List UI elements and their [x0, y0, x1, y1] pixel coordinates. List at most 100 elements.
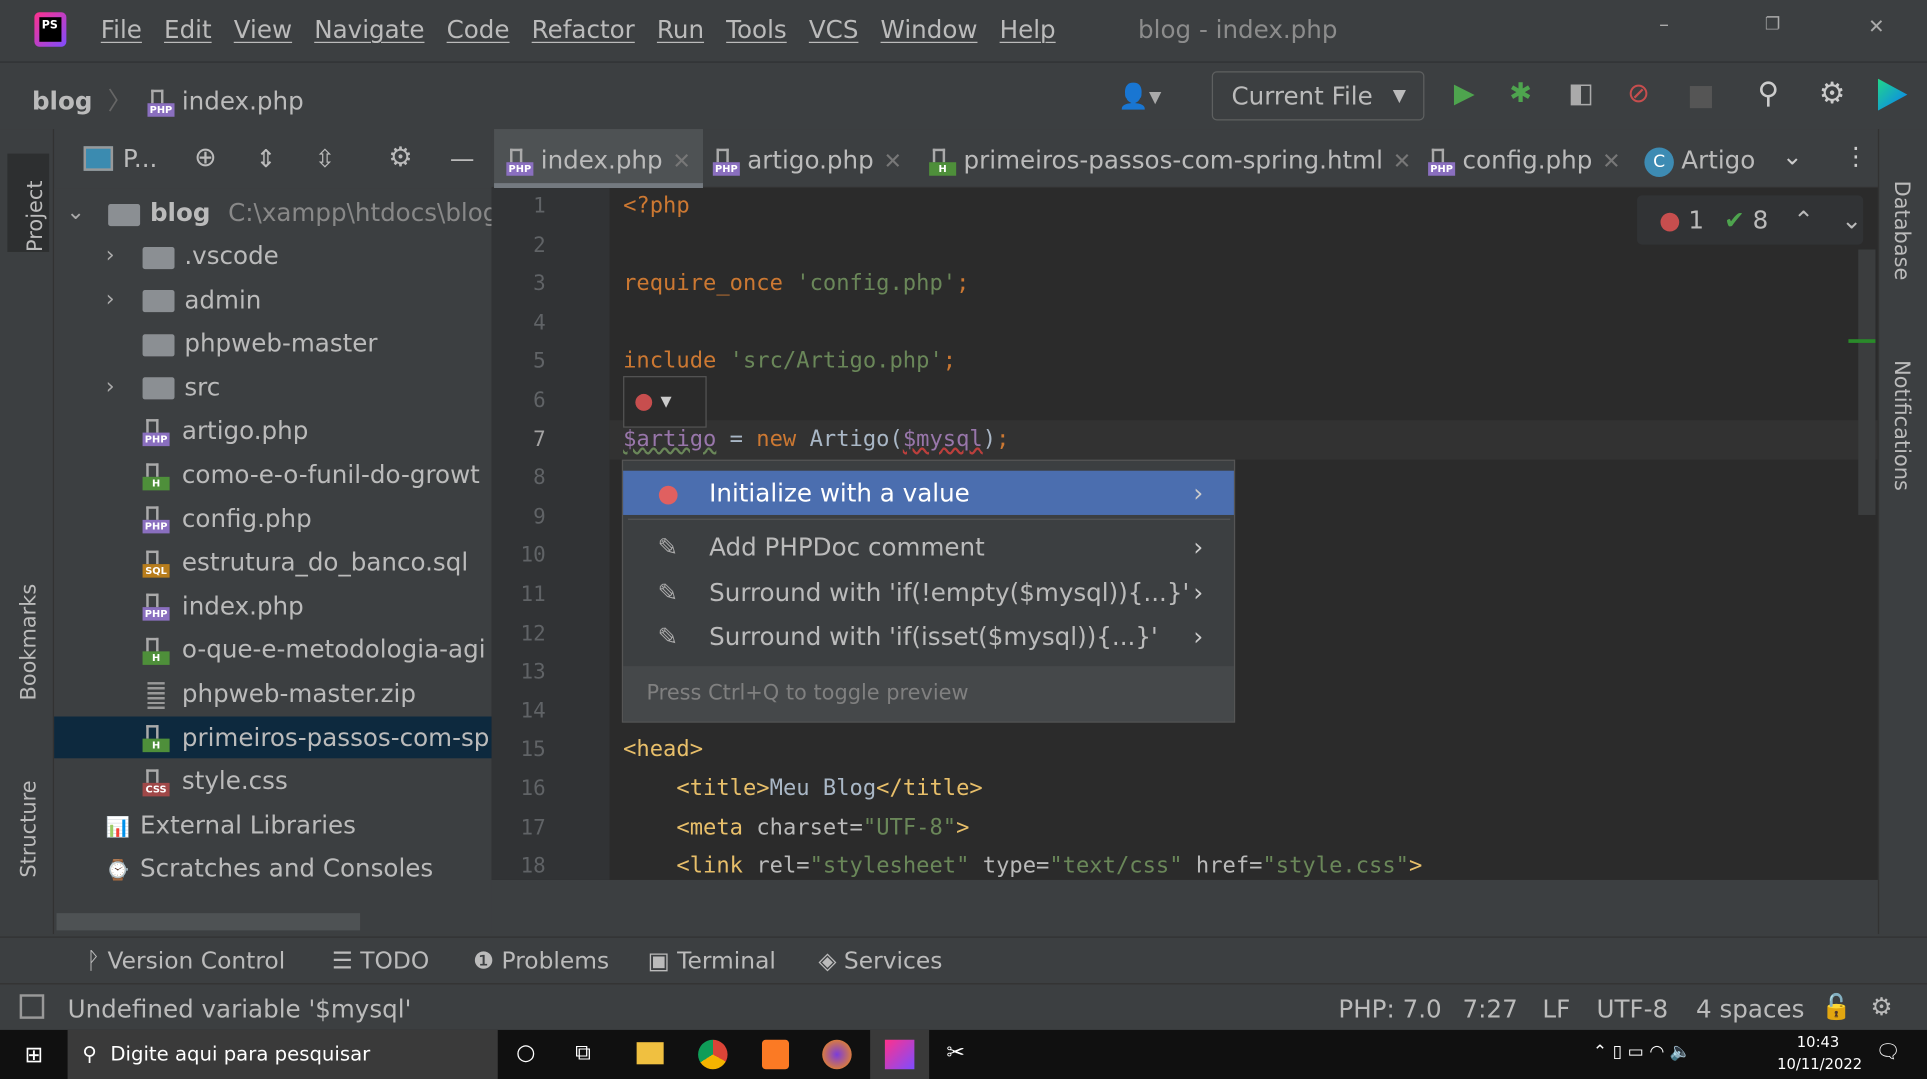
close-tab-icon[interactable]: ✕ [1393, 149, 1412, 175]
indent-setting[interactable]: 4 spaces [1696, 994, 1804, 1023]
menu-tools[interactable]: Tools [726, 15, 787, 44]
maximize-button[interactable]: ❐ [1765, 15, 1780, 35]
tab-config-php[interactable]: PHP config.php ✕ [1428, 129, 1621, 188]
tab-index-php[interactable]: PHP index.php ✕ [494, 129, 703, 189]
menu-code[interactable]: Code [447, 15, 510, 44]
code-line[interactable]: <?php [623, 193, 690, 219]
tree-item[interactable]: phpweb-master.zip [54, 672, 492, 714]
services-button[interactable]: ◈ Services [819, 938, 943, 985]
chevron-right-icon[interactable]: › [106, 235, 115, 277]
menu-navigate[interactable]: Navigate [314, 15, 424, 44]
tabs-overflow-icon[interactable]: ⌄ [1782, 141, 1803, 170]
settings-icon[interactable]: ⚙ [1819, 76, 1845, 110]
tree-item[interactable]: Ho-que-e-metodologia-agi [54, 628, 492, 670]
tree-item[interactable]: Hcomo-e-o-funil-do-growt [54, 454, 492, 496]
code-line[interactable]: <title>Meu Blog</title> [623, 775, 982, 801]
chevron-right-icon[interactable]: › [106, 278, 115, 320]
line-separator[interactable]: LF [1542, 994, 1570, 1023]
menu-vcs[interactable]: VCS [809, 15, 859, 44]
file-encoding[interactable]: UTF-8 [1596, 994, 1668, 1023]
app-icon[interactable]: ✂ [946, 1040, 965, 1066]
user-icon[interactable]: 👤▾ [1118, 81, 1161, 110]
menu-refactor[interactable]: Refactor [532, 15, 635, 44]
search-icon[interactable]: ⚲ [1757, 76, 1779, 110]
clock-date[interactable]: 10/11/2022 [1777, 1056, 1862, 1073]
menu-run[interactable]: Run [657, 15, 704, 44]
intention-bulb-button[interactable]: ● ▾ [623, 376, 707, 428]
minimize-button[interactable]: – [1659, 12, 1669, 35]
task-view-icon[interactable]: ⧉ [575, 1040, 591, 1066]
problems-button[interactable]: ❶ Problems [473, 938, 609, 985]
tab-artigo-class[interactable]: C Artigo [1644, 129, 1755, 188]
database-tool-button[interactable]: Database [1889, 181, 1914, 281]
close-window-button[interactable]: ✕ [1868, 15, 1884, 38]
clock-time[interactable]: 10:43 [1797, 1034, 1840, 1051]
taskbar-search[interactable]: ⚲ Digite aqui para pesquisar [67, 1029, 498, 1079]
tab-artigo-php[interactable]: PHP artigo.php ✕ [712, 129, 903, 188]
project-hscrollbar[interactable] [56, 913, 361, 931]
intention-surround-empty[interactable]: ✎ Surround with 'if(!empty($mysql)){...}'… [623, 570, 1234, 614]
more-options-icon[interactable]: ⋮ [1844, 141, 1869, 170]
xampp-icon[interactable] [761, 1039, 790, 1070]
menu-window[interactable]: Window [881, 15, 978, 44]
status-panel-icon[interactable] [19, 994, 45, 1019]
code-line[interactable]: require_once 'config.php'; [623, 271, 969, 297]
inspection-widget[interactable]: ● 1 ✔ 8 ⌃ ⌄ [1637, 195, 1864, 245]
profile-icon[interactable]: ⊘ [1627, 79, 1650, 110]
menu-file[interactable]: File [101, 15, 142, 44]
breadcrumb-index[interactable]: index.php [182, 86, 304, 115]
firefox-icon[interactable] [822, 1039, 852, 1070]
prev-highlight-icon[interactable]: ⌃ [1793, 205, 1814, 234]
intention-surround-isset[interactable]: ✎ Surround with 'if(isset($mysql)){...}' › [623, 615, 1234, 659]
debug-icon[interactable]: ✱ [1509, 79, 1532, 110]
lock-icon[interactable]: 🔓 [1821, 992, 1852, 1021]
code-line[interactable]: $artigo = new Artigo($mysql); [623, 426, 1009, 452]
close-tab-icon[interactable]: ✕ [1602, 149, 1621, 175]
tree-item[interactable]: PHP index.php [54, 585, 492, 627]
code-line[interactable]: <head> [623, 737, 703, 763]
locate-icon[interactable]: ⊕ [194, 129, 217, 188]
next-highlight-icon[interactable]: ⌄ [1841, 205, 1862, 234]
menu-edit[interactable]: Edit [164, 15, 212, 44]
project-tool-button[interactable]: Project [7, 153, 50, 252]
todo-button[interactable]: ☰ TODO [332, 938, 429, 985]
chevron-right-icon[interactable]: › [106, 366, 115, 408]
code-line[interactable]: <link rel="stylesheet" type="text/css" h… [623, 853, 1422, 879]
terminal-button[interactable]: ▣ Terminal [648, 938, 776, 985]
tree-item[interactable]: › admin [54, 278, 492, 320]
tree-item[interactable]: SQL estrutura_do_banco.sql [54, 541, 492, 583]
close-tab-icon[interactable]: ✕ [672, 149, 691, 175]
tree-item[interactable]: phpweb-master [54, 322, 492, 364]
external-libraries[interactable]: 📊 External Libraries [54, 804, 492, 846]
notification-center-icon[interactable]: 🗨 [1875, 1040, 1900, 1063]
structure-tool-button[interactable]: Structure [17, 780, 42, 877]
toolbox-icon[interactable] [1877, 78, 1908, 111]
file-explorer-icon[interactable] [636, 1042, 664, 1065]
project-view-select[interactable]: P... [123, 129, 157, 188]
phpstorm-taskbar-icon[interactable] [870, 1029, 930, 1079]
caret-position[interactable]: 7:27 [1463, 994, 1518, 1023]
windows-start-icon[interactable]: ⊞ [25, 1042, 44, 1068]
stop-icon[interactable] [1689, 86, 1712, 109]
intention-initialize[interactable]: ● Initialize with a value › [623, 470, 1234, 515]
tree-item[interactable]: PHP artigo.php [54, 410, 492, 452]
tree-item[interactable]: Hprimeiros-passos-com-spr [54, 716, 492, 758]
cortana-icon[interactable]: ○ [516, 1040, 535, 1066]
code-line[interactable]: include 'src/Artigo.php'; [623, 348, 956, 374]
collapse-all-icon[interactable]: ⇳ [315, 129, 336, 188]
run-config-select[interactable]: Current File ▼ [1211, 71, 1425, 121]
menu-view[interactable]: View [234, 15, 292, 44]
tree-root[interactable]: ⌄ blog C:\xampp\htdocs\blog [54, 192, 491, 234]
intention-phpdoc[interactable]: ✎ Add PHPDoc comment › [623, 525, 1234, 569]
menu-help[interactable]: Help [1000, 15, 1056, 44]
php-level[interactable]: PHP: 7.0 [1338, 994, 1441, 1023]
tab-primeiros-passos[interactable]: Hprimeiros-passos-com-spring.html ✕ [929, 129, 1411, 188]
run-icon[interactable]: ▶ [1454, 79, 1475, 110]
inspector-icon[interactable]: ⚙ [1871, 992, 1893, 1021]
editor-scrollbar[interactable] [1858, 249, 1876, 515]
breadcrumb-blog[interactable]: blog [32, 86, 93, 115]
scratches-and-consoles[interactable]: ⌚ Scratches and Consoles [54, 847, 492, 889]
close-tab-icon[interactable]: ✕ [884, 149, 903, 175]
bookmarks-tool-button[interactable]: Bookmarks [17, 584, 42, 701]
tree-item[interactable]: CSS style.css [54, 760, 492, 802]
